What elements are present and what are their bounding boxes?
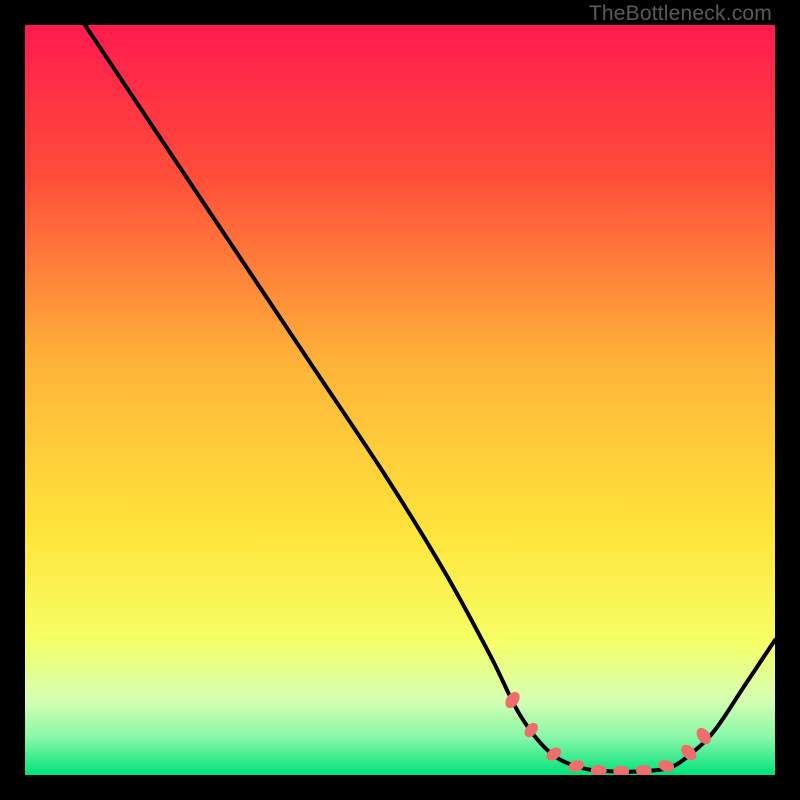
chart-svg: [25, 25, 775, 775]
chart-frame: TheBottleneck.com: [0, 0, 800, 800]
gradient-background: [25, 25, 775, 775]
chart-plot: [25, 25, 775, 775]
watermark-text: TheBottleneck.com: [589, 2, 772, 26]
